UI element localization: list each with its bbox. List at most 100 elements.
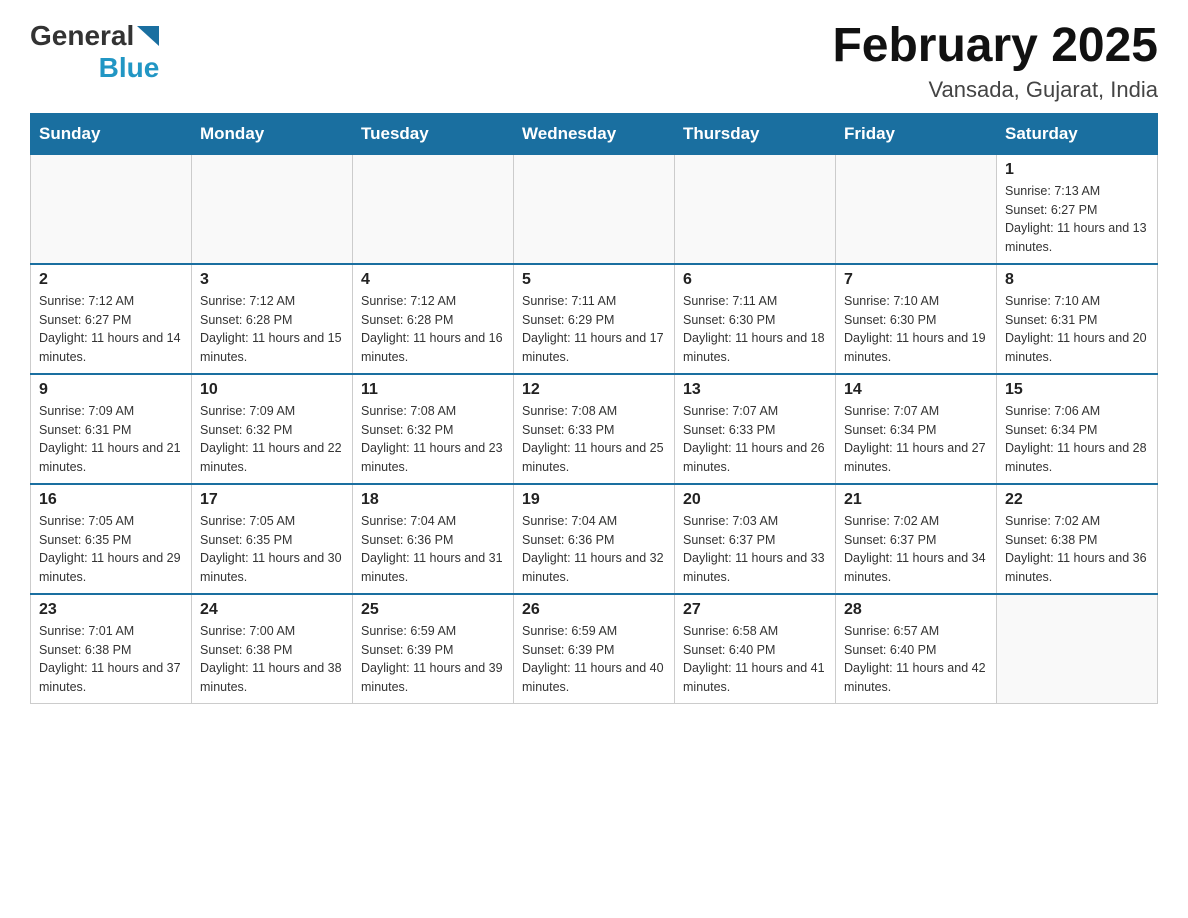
- day-number: 14: [844, 381, 988, 399]
- day-info: Sunrise: 7:04 AMSunset: 6:36 PMDaylight:…: [361, 512, 505, 587]
- title-block: February 2025 Vansada, Gujarat, India: [832, 20, 1158, 103]
- table-row: [675, 154, 836, 264]
- header-tuesday: Tuesday: [353, 113, 514, 154]
- day-info: Sunrise: 7:05 AMSunset: 6:35 PMDaylight:…: [200, 512, 344, 587]
- day-number: 22: [1005, 491, 1149, 509]
- table-row: 13 Sunrise: 7:07 AMSunset: 6:33 PMDayligh…: [675, 374, 836, 484]
- day-info: Sunrise: 7:04 AMSunset: 6:36 PMDaylight:…: [522, 512, 666, 587]
- page-header: General Blue February 2025 Vansada, Guja…: [30, 20, 1158, 103]
- header-wednesday: Wednesday: [514, 113, 675, 154]
- calendar-week-row: 23Sunrise: 7:01 AMSunset: 6:38 PMDayligh…: [31, 594, 1158, 704]
- day-info: Sunrise: 7:10 AMSunset: 6:31 PMDaylight:…: [1005, 292, 1149, 367]
- table-row: 18Sunrise: 7:04 AMSunset: 6:36 PMDayligh…: [353, 484, 514, 594]
- day-number: 7: [844, 271, 988, 289]
- table-row: 16 Sunrise: 7:05 AMSunset: 6:35 PMDayligh…: [31, 484, 192, 594]
- day-number: 8: [1005, 271, 1149, 289]
- day-number: 28: [844, 601, 988, 619]
- header-thursday: Thursday: [675, 113, 836, 154]
- table-row: 3 Sunrise: 7:12 AMSunset: 6:28 PMDaylight…: [192, 264, 353, 374]
- table-row: 7 Sunrise: 7:10 AMSunset: 6:30 PMDaylight…: [836, 264, 997, 374]
- day-info: Sunrise: 7:09 AMSunset: 6:32 PMDaylight:…: [200, 402, 344, 477]
- day-number: 15: [1005, 381, 1149, 399]
- day-number: 17: [200, 491, 344, 509]
- calendar-week-row: 1 Sunrise: 7:13 AMSunset: 6:27 PMDaylight…: [31, 154, 1158, 264]
- table-row: 6 Sunrise: 7:11 AMSunset: 6:30 PMDaylight…: [675, 264, 836, 374]
- day-number: 6: [683, 271, 827, 289]
- day-info: Sunrise: 7:12 AMSunset: 6:28 PMDaylight:…: [361, 292, 505, 367]
- day-number: 23: [39, 601, 183, 619]
- table-row: 4 Sunrise: 7:12 AMSunset: 6:28 PMDaylight…: [353, 264, 514, 374]
- day-info: Sunrise: 7:12 AMSunset: 6:28 PMDaylight:…: [200, 292, 344, 367]
- calendar-week-row: 16 Sunrise: 7:05 AMSunset: 6:35 PMDayligh…: [31, 484, 1158, 594]
- day-number: 12: [522, 381, 666, 399]
- table-row: [836, 154, 997, 264]
- day-info: Sunrise: 6:58 AMSunset: 6:40 PMDaylight:…: [683, 622, 827, 697]
- logo-general-text: General: [30, 20, 134, 52]
- day-number: 16: [39, 491, 183, 509]
- logo-blue-text: Blue: [99, 52, 160, 84]
- day-number: 4: [361, 271, 505, 289]
- day-info: Sunrise: 6:59 AMSunset: 6:39 PMDaylight:…: [522, 622, 666, 697]
- logo-arrow-icon: [137, 26, 159, 46]
- page-title: February 2025: [832, 20, 1158, 73]
- table-row: [192, 154, 353, 264]
- table-row: [31, 154, 192, 264]
- day-number: 5: [522, 271, 666, 289]
- day-info: Sunrise: 7:07 AMSunset: 6:34 PMDaylight:…: [844, 402, 988, 477]
- table-row: 25Sunrise: 6:59 AMSunset: 6:39 PMDayligh…: [353, 594, 514, 704]
- table-row: 21Sunrise: 7:02 AMSunset: 6:37 PMDayligh…: [836, 484, 997, 594]
- table-row: 15 Sunrise: 7:06 AMSunset: 6:34 PMDayligh…: [997, 374, 1158, 484]
- logo: General Blue: [30, 20, 159, 84]
- table-row: 20 Sunrise: 7:03 AMSunset: 6:37 PMDayligh…: [675, 484, 836, 594]
- table-row: [353, 154, 514, 264]
- day-number: 10: [200, 381, 344, 399]
- day-number: 3: [200, 271, 344, 289]
- table-row: 11 Sunrise: 7:08 AMSunset: 6:32 PMDayligh…: [353, 374, 514, 484]
- day-number: 24: [200, 601, 344, 619]
- day-number: 19: [522, 491, 666, 509]
- day-number: 13: [683, 381, 827, 399]
- day-number: 26: [522, 601, 666, 619]
- day-info: Sunrise: 7:11 AMSunset: 6:30 PMDaylight:…: [683, 292, 827, 367]
- table-row: 1 Sunrise: 7:13 AMSunset: 6:27 PMDaylight…: [997, 154, 1158, 264]
- day-info: Sunrise: 7:12 AMSunset: 6:27 PMDaylight:…: [39, 292, 183, 367]
- calendar-week-row: 2 Sunrise: 7:12 AMSunset: 6:27 PMDaylight…: [31, 264, 1158, 374]
- table-row: 22 Sunrise: 7:02 AMSunset: 6:38 PMDayligh…: [997, 484, 1158, 594]
- table-row: 14 Sunrise: 7:07 AMSunset: 6:34 PMDayligh…: [836, 374, 997, 484]
- day-info: Sunrise: 7:13 AMSunset: 6:27 PMDaylight:…: [1005, 182, 1149, 257]
- day-info: Sunrise: 7:08 AMSunset: 6:32 PMDaylight:…: [361, 402, 505, 477]
- calendar-header-row: Sunday Monday Tuesday Wednesday Thursday…: [31, 113, 1158, 154]
- table-row: 19 Sunrise: 7:04 AMSunset: 6:36 PMDayligh…: [514, 484, 675, 594]
- day-info: Sunrise: 6:57 AMSunset: 6:40 PMDaylight:…: [844, 622, 988, 697]
- day-number: 27: [683, 601, 827, 619]
- day-number: 11: [361, 381, 505, 399]
- header-monday: Monday: [192, 113, 353, 154]
- table-row: 28 Sunrise: 6:57 AMSunset: 6:40 PMDayligh…: [836, 594, 997, 704]
- day-info: Sunrise: 7:00 AMSunset: 6:38 PMDaylight:…: [200, 622, 344, 697]
- header-saturday: Saturday: [997, 113, 1158, 154]
- day-number: 25: [361, 601, 505, 619]
- table-row: 23Sunrise: 7:01 AMSunset: 6:38 PMDayligh…: [31, 594, 192, 704]
- header-friday: Friday: [836, 113, 997, 154]
- day-number: 2: [39, 271, 183, 289]
- table-row: [997, 594, 1158, 704]
- day-info: Sunrise: 7:10 AMSunset: 6:30 PMDaylight:…: [844, 292, 988, 367]
- table-row: 17 Sunrise: 7:05 AMSunset: 6:35 PMDayligh…: [192, 484, 353, 594]
- table-row: [514, 154, 675, 264]
- table-row: 5 Sunrise: 7:11 AMSunset: 6:29 PMDaylight…: [514, 264, 675, 374]
- day-info: Sunrise: 7:07 AMSunset: 6:33 PMDaylight:…: [683, 402, 827, 477]
- page-subtitle: Vansada, Gujarat, India: [832, 77, 1158, 103]
- table-row: 2 Sunrise: 7:12 AMSunset: 6:27 PMDaylight…: [31, 264, 192, 374]
- table-row: 27 Sunrise: 6:58 AMSunset: 6:40 PMDayligh…: [675, 594, 836, 704]
- day-info: Sunrise: 7:03 AMSunset: 6:37 PMDaylight:…: [683, 512, 827, 587]
- table-row: 9 Sunrise: 7:09 AMSunset: 6:31 PMDaylight…: [31, 374, 192, 484]
- day-info: Sunrise: 7:09 AMSunset: 6:31 PMDaylight:…: [39, 402, 183, 477]
- day-number: 20: [683, 491, 827, 509]
- day-info: Sunrise: 7:06 AMSunset: 6:34 PMDaylight:…: [1005, 402, 1149, 477]
- day-number: 9: [39, 381, 183, 399]
- day-info: Sunrise: 7:02 AMSunset: 6:38 PMDaylight:…: [1005, 512, 1149, 587]
- day-number: 1: [1005, 161, 1149, 179]
- header-sunday: Sunday: [31, 113, 192, 154]
- day-info: Sunrise: 7:11 AMSunset: 6:29 PMDaylight:…: [522, 292, 666, 367]
- day-info: Sunrise: 7:05 AMSunset: 6:35 PMDaylight:…: [39, 512, 183, 587]
